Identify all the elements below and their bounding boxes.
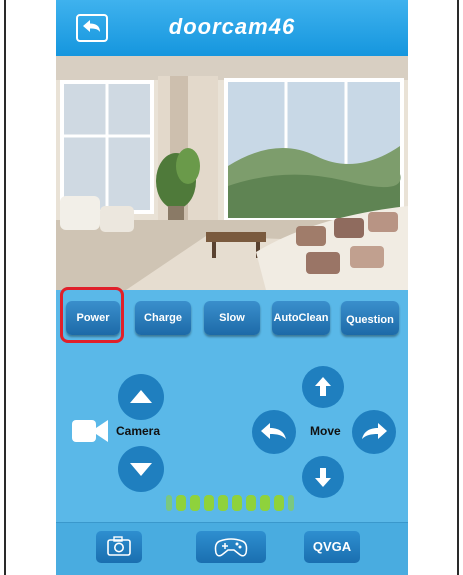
function-button-row: Power Charge Slow AutoClean Question [56,287,408,352]
camera-label: Camera [116,424,161,438]
gamepad-icon [214,538,248,557]
camera-down-button[interactable] [118,446,164,492]
move-label: Move [310,424,341,438]
bottom-toolbar: QVGA [56,522,408,575]
speed-segment [274,495,284,511]
speed-segment [190,495,200,511]
turn-left-arrow-icon [261,423,286,439]
speed-segment [218,495,228,511]
camera-image [56,56,408,290]
speed-segment [232,495,242,511]
speed-segment [246,495,256,511]
header-bar: doorcam46 [56,0,408,56]
camera-video-feed[interactable] [56,56,408,290]
arrow-up-icon [315,377,331,396]
app-screen: doorcam46 Power Charge Slow AutoClean Qu… [56,0,408,575]
move-forward-button[interactable] [302,366,344,408]
video-camera-icon [72,420,108,442]
turn-right-button[interactable] [352,410,396,454]
video-quality-button[interactable]: QVGA [304,531,360,563]
triangle-up-icon [130,390,152,403]
speed-segment [176,495,186,511]
turn-right-arrow-icon [362,423,387,439]
triangle-down-icon [130,463,152,476]
move-backward-button[interactable] [302,456,344,498]
speed-segment [260,495,270,511]
snapshot-button[interactable] [96,531,142,563]
question-button[interactable]: Question [341,301,399,335]
speed-indicator [166,492,298,514]
speed-segment [288,495,294,511]
gamepad-button[interactable] [196,531,266,563]
speed-segment [204,495,214,511]
charge-button[interactable]: Charge [135,301,191,335]
camera-up-button[interactable] [118,374,164,420]
control-panel: Camera Move [56,352,408,522]
power-button[interactable]: Power [66,301,120,335]
page-title: doorcam46 [168,14,296,39]
autoclean-button[interactable]: AutoClean [272,301,330,335]
speed-segment [166,495,172,511]
slow-button[interactable]: Slow [204,301,260,335]
turn-left-button[interactable] [252,410,296,454]
arrow-down-icon [315,468,331,487]
camera-icon [107,536,131,556]
